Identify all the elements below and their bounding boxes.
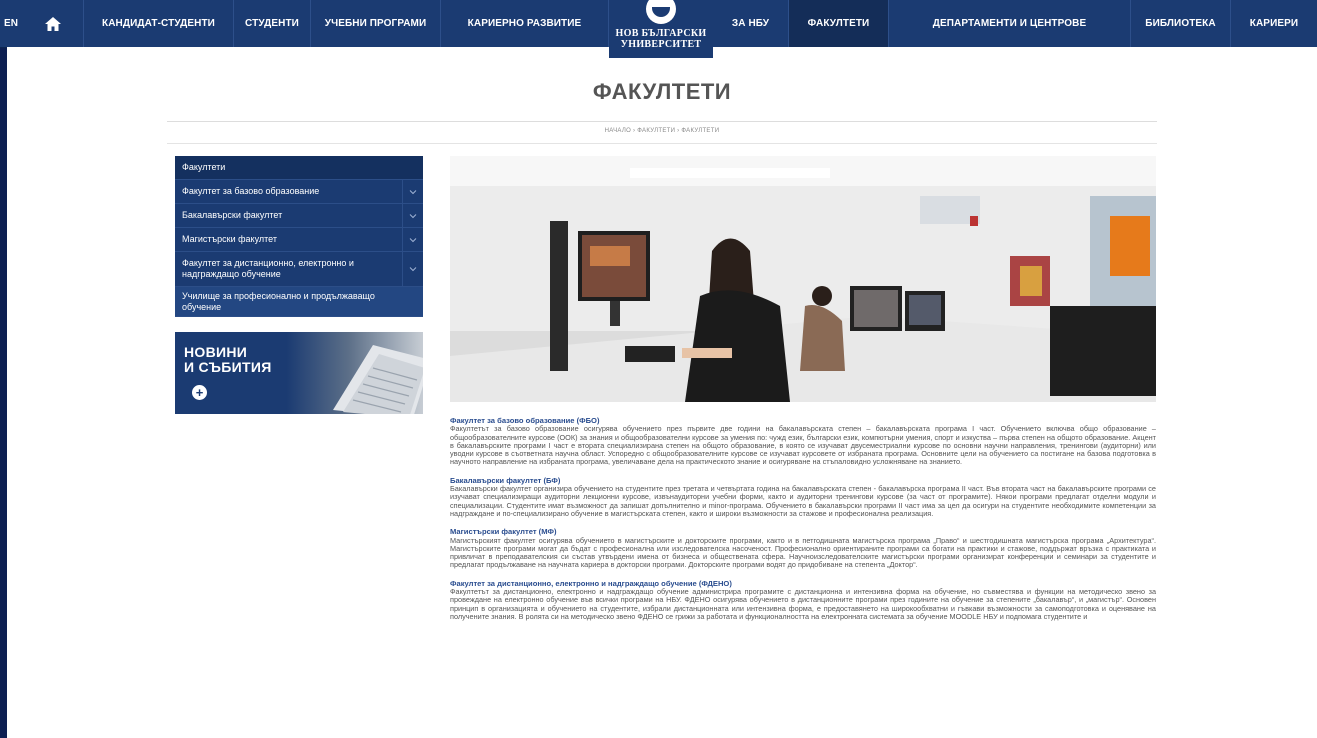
news-title: НОВИНИ И СЪБИТИЯ [184, 345, 272, 375]
faculty-photo [450, 156, 1156, 402]
news-and-events-banner[interactable]: НОВИНИ И СЪБИТИЯ + [175, 332, 423, 414]
sidebar-item-bachelor[interactable]: Бакалавърски факултет [175, 204, 423, 228]
section-distance-learning: Факултет за дистанционно, електронно и н… [450, 579, 1156, 621]
section-body: Факултетът за дистанционно, електронно и… [450, 587, 1156, 621]
section-body: Факултетът за базово образование осигуря… [450, 424, 1156, 467]
nav-item-students[interactable]: СТУДЕНТИ [234, 0, 311, 47]
breadcrumb-divider [167, 143, 1157, 144]
logo-line-1: НОВ БЪЛГАРСКИ [615, 28, 707, 39]
chevron-down-icon[interactable] [402, 180, 423, 203]
nav-item-career-development[interactable]: КАРИЕРНО РАЗВИТИЕ [441, 0, 609, 47]
nav-item-programs[interactable]: УЧЕБНИ ПРОГРАМИ [311, 0, 441, 47]
chevron-down-icon[interactable] [402, 228, 423, 251]
plus-icon[interactable]: + [192, 385, 207, 400]
section-body: Магистърският факултет осигурява обучени… [450, 535, 1156, 570]
nav-item-departments[interactable]: ДЕПАРТАМЕНТИ И ЦЕНТРОВЕ [889, 0, 1131, 47]
faculties-description: Факултет за базово образование (ФБО) Фак… [450, 416, 1156, 631]
sidebar-header[interactable]: Факултети [175, 156, 423, 180]
university-logo[interactable]: НОВ БЪЛГАРСКИ УНИВЕРСИТЕТ [609, 0, 713, 58]
language-switch-en[interactable]: EN [0, 0, 22, 47]
logo-line-2: УНИВЕРСИТЕТ [620, 39, 702, 50]
nav-item-careers[interactable]: КАРИЕРИ [1231, 0, 1317, 47]
sidebar-item-label: Магистърски факултет [182, 234, 277, 244]
page-title: ФАКУЛТЕТИ [592, 79, 732, 104]
computer-lab-photo [450, 156, 1156, 402]
faculties-sidebar: Факултети Факултет за базово образование… [175, 156, 423, 317]
news-title-line-1: НОВИНИ [184, 344, 248, 360]
nav-item-faculties[interactable]: ФАКУЛТЕТИ [789, 0, 889, 47]
nav-item-candidates[interactable]: КАНДИДАТ-СТУДЕНТИ [84, 0, 234, 47]
sidebar-item-label: Училище за професионално и продължаващо … [182, 290, 375, 312]
section-master: Магистърски факултет (МФ) Магистърският … [450, 527, 1156, 570]
section-body: Бакалавърски факултет организира обучени… [450, 484, 1156, 518]
sidebar-item-label: Бакалавърски факултет [182, 210, 283, 220]
chevron-down-icon[interactable] [402, 204, 423, 227]
sidebar-item-distance-learning[interactable]: Факултет за дистанционно, електронно и н… [175, 252, 423, 287]
home-icon [44, 16, 61, 31]
sidebar-item-label: Факултет за дистанционно, електронно и н… [182, 258, 354, 279]
news-title-line-2: И СЪБИТИЯ [184, 359, 272, 375]
breadcrumb[interactable]: НАЧАЛО › ФАКУЛТЕТИ › ФАКУЛТЕТИ [7, 128, 1317, 134]
chevron-down-icon[interactable] [402, 252, 423, 286]
title-divider [167, 121, 1157, 122]
newspapers-icon [333, 345, 423, 414]
logo-emblem [646, 0, 676, 24]
home-button[interactable] [22, 0, 84, 47]
nav-item-library[interactable]: БИБЛИОТЕКА [1131, 0, 1231, 47]
sidebar-item-master[interactable]: Магистърски факултет [175, 228, 423, 252]
page-content: ФАКУЛТЕТИ НАЧАЛО › ФАКУЛТЕТИ › ФАКУЛТЕТИ… [7, 47, 1317, 738]
section-basic-education: Факултет за базово образование (ФБО) Фак… [450, 416, 1156, 467]
sidebar-item-label: Факултет за базово образование [182, 186, 320, 196]
sidebar-item-professional-school[interactable]: Училище за професионално и продължаващо … [175, 287, 423, 317]
logo-text: НОВ БЪЛГАРСКИ УНИВЕРСИТЕТ [616, 28, 707, 50]
sidebar-item-basic-education[interactable]: Факултет за базово образование [175, 180, 423, 204]
section-bachelor: Бакалавърски факултет (БФ) Бакалавърски … [450, 476, 1156, 518]
nav-item-about[interactable]: ЗА НБУ [713, 0, 789, 47]
